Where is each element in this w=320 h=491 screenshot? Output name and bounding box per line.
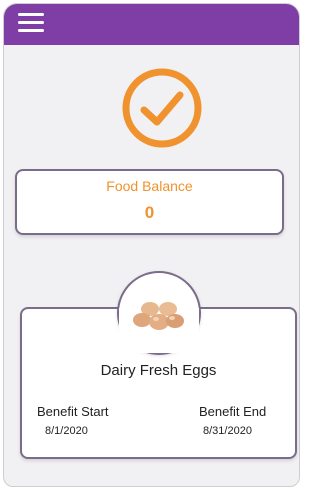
food-balance-label: Food Balance xyxy=(106,178,193,194)
benefit-end-date: 8/31/2020 xyxy=(203,425,252,437)
check-circle-icon xyxy=(122,68,202,148)
benefit-start-date: 8/1/2020 xyxy=(45,425,88,437)
hamburger-menu-icon[interactable] xyxy=(18,13,44,33)
top-bar xyxy=(4,4,299,45)
food-balance-value: 0 xyxy=(144,203,155,222)
benefit-start-label: Benefit Start xyxy=(37,404,109,419)
eggs-icon xyxy=(133,302,184,330)
benefit-end-label: Benefit End xyxy=(199,404,267,419)
food-balance-card: Food Balance 0 xyxy=(15,169,284,235)
product-name: Dairy Fresh Eggs xyxy=(100,362,217,379)
